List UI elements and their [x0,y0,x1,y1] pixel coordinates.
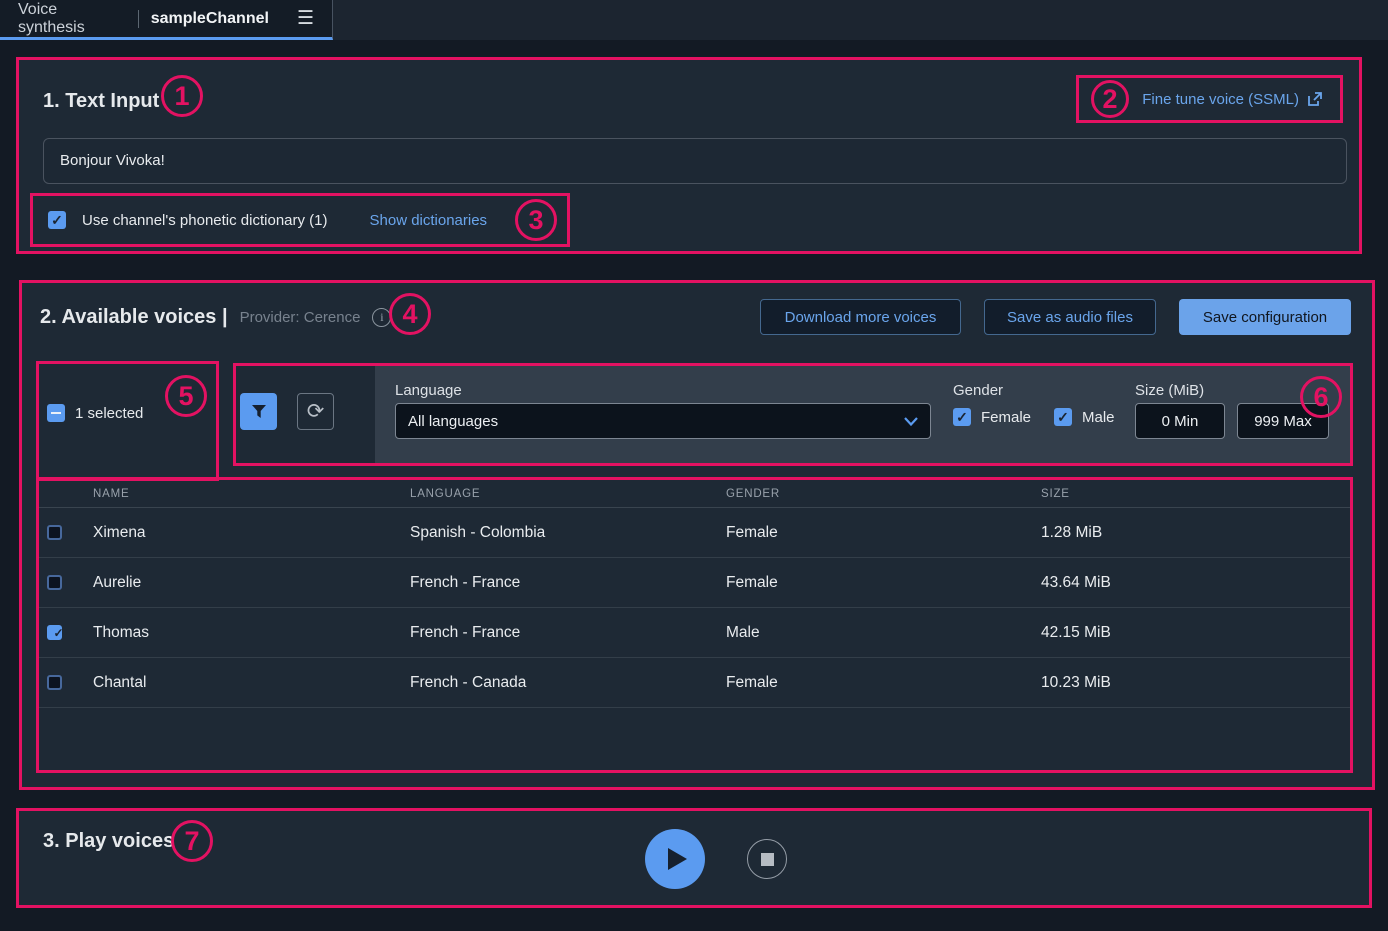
app-title: Voice synthesis [18,1,126,37]
table-row-ximena[interactable]: Ximena Spanish - Colombia Female 1.28 Mi… [39,508,1350,558]
fine-tune-annotation-box: 2 Fine tune voice (SSML) [1076,75,1343,123]
size-min-input[interactable] [1135,403,1225,439]
header-language: LANGUAGE [402,488,718,500]
voices-table-annotation-box: NAME LANGUAGE GENDER SIZE Ximena Spanish… [36,477,1353,773]
annotation-circle-7: 7 [171,820,213,862]
voice-language: Spanish - Colombia [402,524,718,542]
header-gender: GENDER [718,488,1033,500]
gender-label: Gender [953,382,1003,399]
voice-name: Ximena [85,524,402,542]
play-voices-section: 3. Play voices 7 [16,808,1372,908]
annotation-circle-4: 4 [389,293,431,335]
fine-tune-voice-label: Fine tune voice (SSML) [1142,91,1299,108]
row-checkbox[interactable] [47,675,62,690]
text-input-section: 1. Text Input 1 2 Fine tune voice (SSML)… [16,57,1362,254]
phonetic-dictionary-label: Use channel's phonetic dictionary (1) [82,212,328,229]
download-more-voices-button[interactable]: Download more voices [760,299,961,335]
row-checkbox[interactable] [47,575,62,590]
tab-voice-synthesis[interactable]: Voice synthesis sampleChannel ☰ [0,0,333,40]
language-selected-value: All languages [408,413,498,430]
annotation-circle-1: 1 [161,75,203,117]
topbar: Voice synthesis sampleChannel ☰ [0,0,1388,40]
table-row-aurelie[interactable]: Aurelie French - France Female 43.64 MiB [39,558,1350,608]
phonetic-dictionary-annotation-box: Use channel's phonetic dictionary (1) Sh… [30,193,570,247]
section-title-text-input: 1. Text Input [43,88,159,114]
section-title-available-voices: 2. Available voices | [40,304,228,330]
section-title-play-voices: 3. Play voices [43,828,174,854]
selected-count-label: 1 selected [75,405,143,422]
selection-annotation-box: 1 selected 5 [36,361,219,481]
play-button[interactable] [645,829,705,889]
voice-size: 42.15 MiB [1033,624,1350,642]
male-label: Male [1082,409,1115,426]
annotation-circle-2: 2 [1091,80,1129,118]
voices-table: NAME LANGUAGE GENDER SIZE Ximena Spanish… [39,480,1350,708]
play-icon [668,848,687,870]
gender-male-option: Male [1054,408,1115,426]
annotation-circle-6: 6 [1300,376,1342,418]
gender-female-option: Female [953,408,1031,426]
app-window: Voice synthesis sampleChannel ☰ 1. Text … [0,0,1388,931]
funnel-icon [251,404,267,419]
voice-gender: Female [718,524,1033,542]
channel-name: sampleChannel [151,10,269,28]
voice-gender: Female [718,574,1033,592]
show-dictionaries-link[interactable]: Show dictionaries [370,212,488,229]
row-checkbox[interactable] [47,625,62,640]
language-label: Language [395,382,462,399]
external-link-icon [1307,92,1322,107]
voices-header: 2. Available voices | Provider: Cerence … [40,304,391,330]
menu-icon[interactable]: ☰ [297,9,314,28]
synthesis-text-input[interactable]: Bonjour Vivoka! [43,138,1347,184]
voice-name: Thomas [85,624,402,642]
voice-gender: Male [718,624,1033,642]
voice-name: Aurelie [85,574,402,592]
available-voices-section: 2. Available voices | Provider: Cerence … [19,280,1375,790]
table-row-thomas[interactable]: Thomas French - France Male 42.15 MiB [39,608,1350,658]
language-select[interactable]: All languages [395,403,931,439]
voice-name: Chantal [85,674,402,692]
annotation-circle-5: 5 [165,375,207,417]
tab-divider [138,10,139,28]
voice-size: 1.28 MiB [1033,524,1350,542]
filter-panel: Language All languages Gender Female Mal… [375,366,1350,463]
filter-button[interactable] [240,393,277,430]
row-checkbox[interactable] [47,525,62,540]
provider-label: Provider: Cerence [240,309,361,326]
header-name: NAME [85,488,402,500]
stop-button[interactable] [747,839,787,879]
voice-language: French - France [402,624,718,642]
fine-tune-voice-link[interactable]: Fine tune voice (SSML) [1142,91,1322,108]
female-checkbox[interactable] [953,408,971,426]
voice-gender: Female [718,674,1033,692]
save-configuration-button[interactable]: Save configuration [1179,299,1351,335]
filters-annotation-box: ⟳ Language All languages Gender Female [233,363,1353,466]
size-label: Size (MiB) [1135,382,1204,399]
chevron-down-icon [904,417,918,426]
male-checkbox[interactable] [1054,408,1072,426]
voice-size: 10.23 MiB [1033,674,1350,692]
voice-language: French - France [402,574,718,592]
save-as-audio-files-button[interactable]: Save as audio files [984,299,1156,335]
phonetic-dictionary-checkbox[interactable] [48,211,66,229]
voice-language: French - Canada [402,674,718,692]
select-all-checkbox[interactable] [47,404,65,422]
voices-table-header: NAME LANGUAGE GENDER SIZE [39,480,1350,508]
female-label: Female [981,409,1031,426]
refresh-button[interactable]: ⟳ [297,393,334,430]
refresh-icon: ⟳ [307,399,325,424]
header-size: SIZE [1033,488,1350,500]
stop-icon [761,853,774,866]
annotation-circle-3: 3 [515,199,557,241]
voice-size: 43.64 MiB [1033,574,1350,592]
table-row-chantal[interactable]: Chantal French - Canada Female 10.23 MiB [39,658,1350,708]
